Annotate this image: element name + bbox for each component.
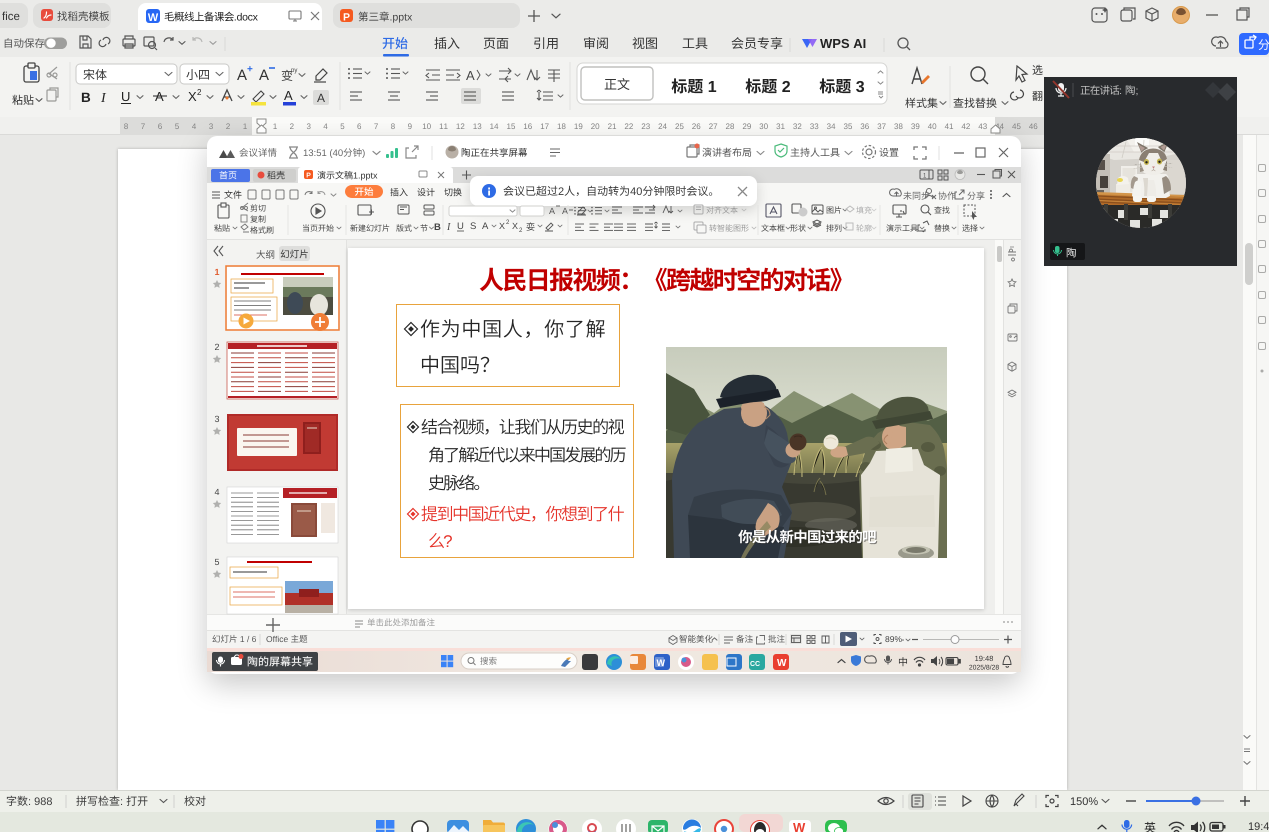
svg-text:I: I — [446, 222, 451, 233]
svg-text:2: 2 — [197, 88, 202, 97]
svg-text:py: py — [291, 68, 297, 74]
svg-text:W: W — [777, 658, 787, 669]
svg-text:I: I — [100, 91, 107, 106]
svg-text:W: W — [793, 820, 806, 832]
svg-text:2: 2 — [519, 228, 523, 234]
svg-text:W: W — [657, 658, 666, 668]
svg-text:2: 2 — [506, 220, 510, 226]
svg-text:CC: CC — [750, 661, 760, 668]
